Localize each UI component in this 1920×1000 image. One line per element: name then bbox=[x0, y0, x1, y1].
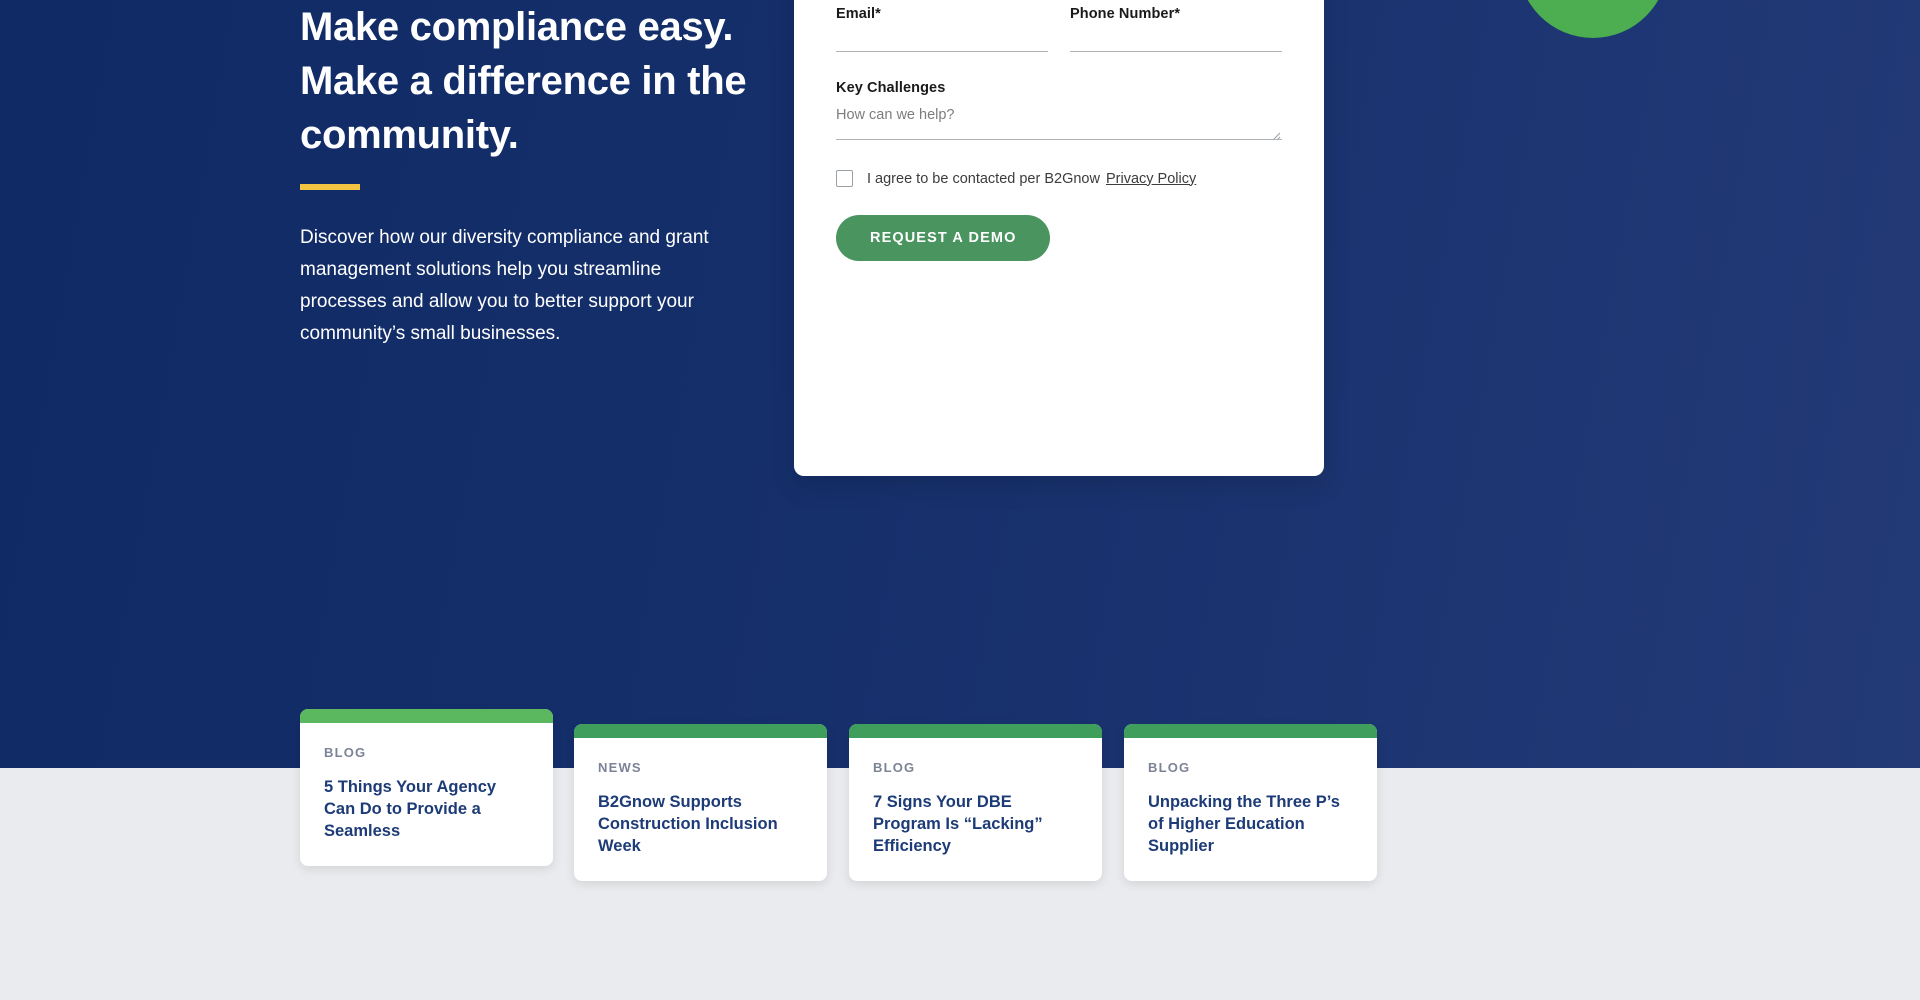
email-field[interactable]: Email* bbox=[836, 6, 1048, 52]
field-underline bbox=[836, 51, 1048, 52]
card-top-bar bbox=[849, 724, 1102, 738]
phone-label: Phone Number* bbox=[1070, 6, 1181, 22]
landing-page: Make compliance easy. Make a difference … bbox=[0, 0, 1920, 1000]
field-underline bbox=[836, 139, 1282, 140]
hero-copy: Make compliance easy. Make a difference … bbox=[300, 0, 820, 350]
resource-card[interactable]: BLOG 7 Signs Your DBE Program Is “Lackin… bbox=[849, 724, 1102, 881]
card-top-bar bbox=[300, 709, 553, 723]
demo-request-form: First Name* Last Name* Organization Name… bbox=[794, 0, 1324, 476]
resources-section: BLOG 5 Things Your Agency Can Do to Prov… bbox=[0, 709, 1920, 1000]
hero-description: Discover how our diversity compliance an… bbox=[300, 227, 709, 344]
resource-card[interactable]: BLOG 5 Things Your Agency Can Do to Prov… bbox=[300, 709, 553, 866]
card-body: BLOG 5 Things Your Agency Can Do to Prov… bbox=[300, 723, 553, 866]
card-kicker: NEWS bbox=[598, 760, 642, 775]
resource-cards-row: BLOG 5 Things Your Agency Can Do to Prov… bbox=[300, 709, 1620, 1000]
resource-card[interactable]: NEWS B2Gnow Supports Construction Inclus… bbox=[574, 724, 827, 881]
key-challenges-textarea[interactable]: How can we help? bbox=[836, 106, 1282, 141]
card-title: B2Gnow Supports Construction Inclusion W… bbox=[598, 793, 778, 855]
accent-rule bbox=[300, 184, 360, 190]
key-challenges-placeholder: How can we help? bbox=[836, 107, 955, 123]
email-label: Email* bbox=[836, 6, 881, 22]
card-top-bar bbox=[574, 724, 827, 738]
hero-section: Make compliance easy. Make a difference … bbox=[0, 0, 1920, 768]
page-title: Make compliance easy. Make a difference … bbox=[300, 5, 747, 157]
card-body: NEWS B2Gnow Supports Construction Inclus… bbox=[574, 738, 827, 881]
card-title: 7 Signs Your DBE Program Is “Lacking” Ef… bbox=[873, 793, 1043, 855]
card-kicker: BLOG bbox=[1148, 760, 1191, 775]
consent-checkbox[interactable] bbox=[836, 170, 853, 187]
card-kicker: BLOG bbox=[873, 760, 916, 775]
resize-handle-icon[interactable] bbox=[1272, 128, 1281, 141]
privacy-policy-link[interactable]: Privacy Policy bbox=[1106, 171, 1196, 187]
contact-row: Email* Phone Number* bbox=[836, 6, 1282, 80]
card-body: BLOG 7 Signs Your DBE Program Is “Lackin… bbox=[849, 738, 1102, 881]
phone-field[interactable]: Phone Number* bbox=[1070, 6, 1282, 52]
consent-label: I agree to be contacted per B2Gnow bbox=[867, 170, 1100, 187]
card-kicker: BLOG bbox=[324, 745, 367, 760]
consent-row: I agree to be contacted per B2Gnow Priva… bbox=[836, 170, 1282, 187]
key-challenges-group: Key Challenges How can we help? bbox=[836, 80, 1282, 141]
card-title: 5 Things Your Agency Can Do to Provide a… bbox=[324, 778, 497, 840]
card-body: BLOG Unpacking the Three P’s of Higher E… bbox=[1124, 738, 1377, 881]
card-top-bar bbox=[1124, 724, 1377, 738]
field-underline bbox=[1070, 51, 1282, 52]
hero-content-wrapper: Make compliance easy. Make a difference … bbox=[300, 0, 1620, 768]
key-challenges-label: Key Challenges bbox=[836, 80, 946, 96]
resource-card[interactable]: BLOG Unpacking the Three P’s of Higher E… bbox=[1124, 724, 1377, 881]
card-title: Unpacking the Three P’s of Higher Educat… bbox=[1148, 793, 1340, 855]
request-demo-button[interactable]: REQUEST A DEMO bbox=[836, 215, 1051, 261]
